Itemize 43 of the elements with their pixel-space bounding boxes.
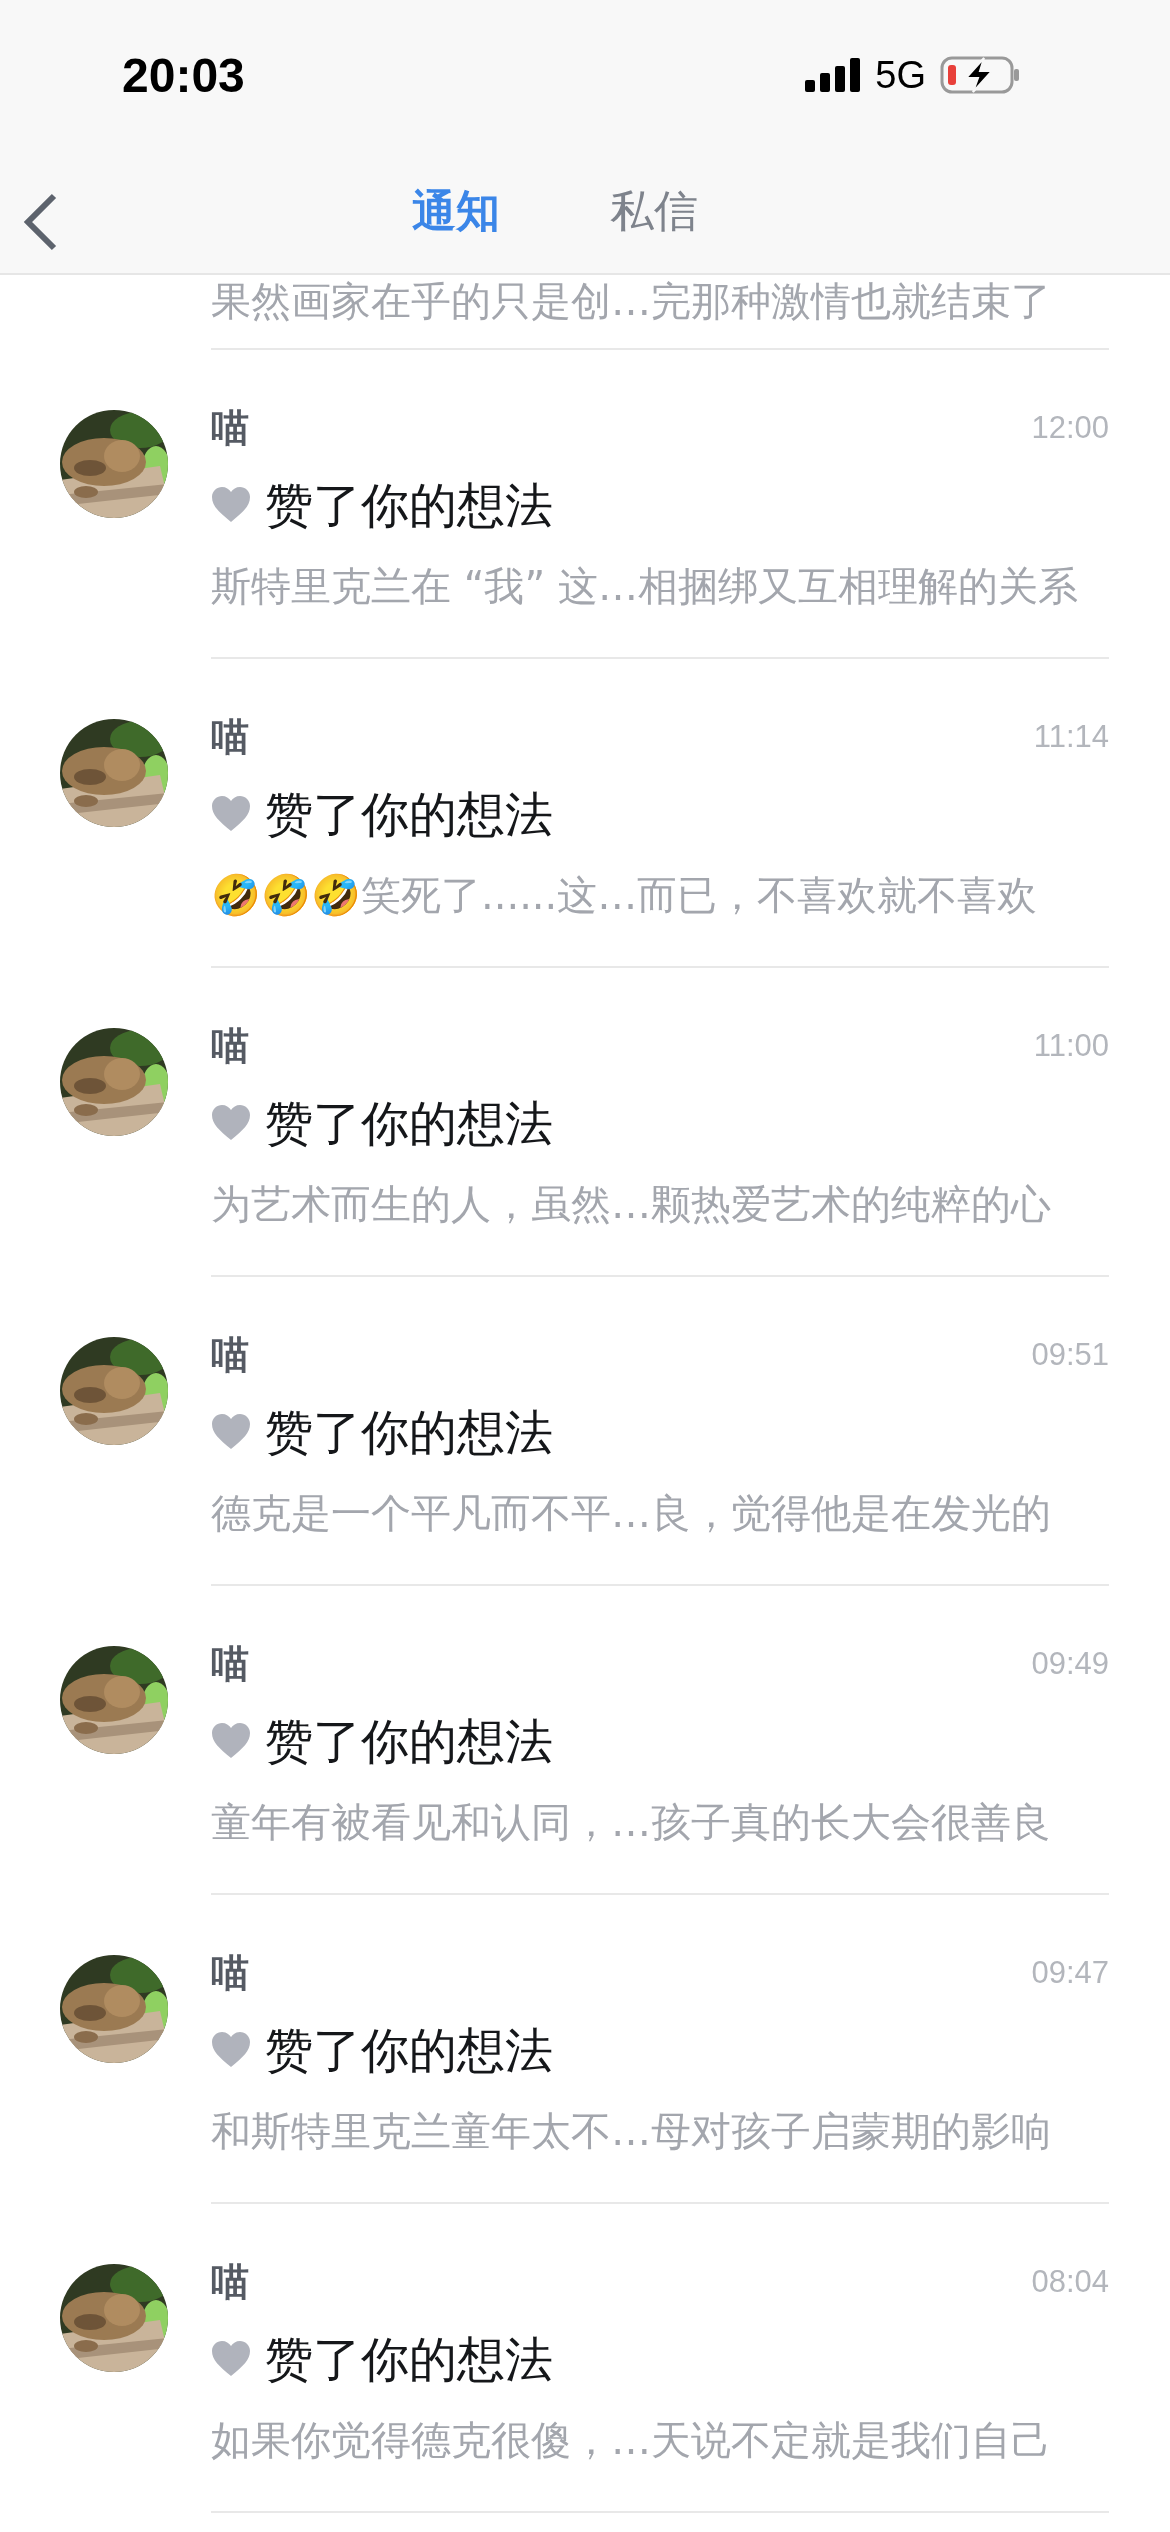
- heart-icon: [211, 2032, 251, 2068]
- comment-snippet[interactable]: 为艺术而生的人，虽然…颗热爱艺术的纯粹的心: [211, 1179, 1109, 1229]
- like-message: 赞了你的想法: [265, 476, 553, 535]
- battery-charging-icon: [940, 56, 1020, 94]
- comment-snippet[interactable]: 和斯特里克兰童年太不…母对孩子启蒙期的影响: [211, 2106, 1109, 2156]
- user-name[interactable]: 喵: [211, 712, 249, 762]
- signal-icon: [805, 58, 862, 92]
- like-message: 赞了你的想法: [265, 785, 553, 844]
- heart-icon: [211, 1723, 251, 1759]
- timestamp: 08:04: [1031, 2264, 1109, 2300]
- nav-tab[interactable]: 私信: [610, 182, 698, 241]
- user-name[interactable]: 喵: [211, 2257, 249, 2307]
- comment-snippet[interactable]: 如果你觉得德克很傻，…天说不定就是我们自己: [211, 2415, 1109, 2465]
- comment-snippet[interactable]: 斯特里克兰在 “我” 这…相捆绑又互相理解的关系: [211, 561, 1109, 611]
- heart-icon: [211, 1414, 251, 1450]
- heart-icon: [211, 1105, 251, 1141]
- heart-icon: [211, 796, 251, 832]
- timestamp: 09:47: [1031, 1955, 1109, 1991]
- timestamp: 09:51: [1031, 1337, 1109, 1373]
- user-name[interactable]: 喵: [211, 1948, 249, 1998]
- comment-snippet[interactable]: 🤣🤣🤣笑死了......这…而已，不喜欢就不喜欢: [211, 870, 1109, 920]
- back-icon[interactable]: [22, 192, 58, 252]
- nav-tab[interactable]: 通知: [412, 182, 500, 241]
- timestamp: 09:49: [1031, 1646, 1109, 1682]
- comment-snippet[interactable]: 童年有被看见和认同，…孩子真的长大会很善良: [211, 1797, 1109, 1847]
- heart-icon: [211, 487, 251, 523]
- user-name[interactable]: 喵: [211, 1639, 249, 1689]
- heart-icon: [211, 2341, 251, 2377]
- timestamp: 11:00: [1033, 1028, 1109, 1064]
- user-name[interactable]: 喵: [211, 1330, 249, 1380]
- like-message: 赞了你的想法: [265, 1094, 553, 1153]
- network-label: 5G: [875, 53, 926, 97]
- user-name[interactable]: 喵: [211, 1021, 249, 1071]
- like-message: 赞了你的想法: [265, 2330, 553, 2389]
- user-name[interactable]: 喵: [211, 403, 249, 453]
- timestamp: 11:14: [1033, 719, 1109, 755]
- timestamp: 12:00: [1031, 410, 1109, 446]
- like-message: 赞了你的想法: [265, 2021, 553, 2080]
- like-message: 赞了你的想法: [265, 1712, 553, 1771]
- comment-snippet: 果然画家在乎的只是创…完那种激情也就结束了: [211, 277, 1052, 325]
- comment-snippet[interactable]: 德克是一个平凡而不平…良，觉得他是在发光的: [211, 1488, 1109, 1538]
- status-time: 20:03: [122, 47, 245, 103]
- like-message: 赞了你的想法: [265, 1403, 553, 1462]
